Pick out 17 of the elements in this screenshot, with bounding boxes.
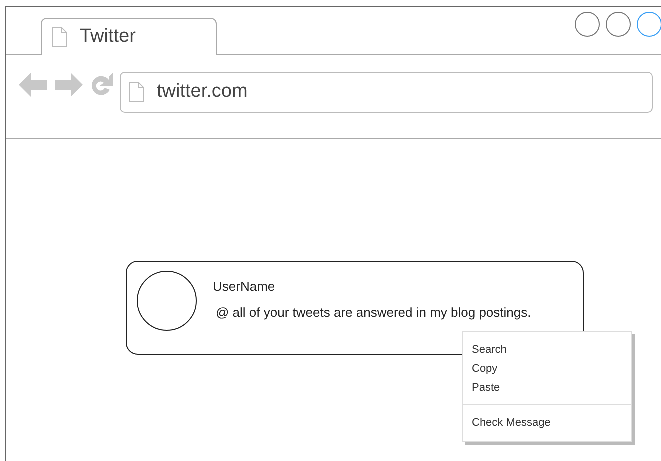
window-button[interactable] [606, 12, 631, 37]
tweet-text: @ all of your tweets are answered in my blog postings. [216, 304, 532, 322]
address-field[interactable]: twitter.com [120, 72, 653, 113]
window-button[interactable] [637, 12, 661, 37]
back-icon[interactable] [19, 72, 48, 98]
username: UserName [213, 278, 276, 296]
reload-icon[interactable] [89, 72, 114, 98]
avatar [137, 271, 197, 331]
menu-item[interactable]: Paste [463, 379, 631, 398]
document-icon [52, 26, 68, 48]
document-icon [129, 82, 145, 103]
menu-item[interactable]: Copy [463, 360, 631, 379]
window-button[interactable] [575, 12, 600, 37]
menu-item[interactable]: Search [463, 341, 631, 360]
forward-icon[interactable] [54, 72, 83, 98]
browser-tab[interactable]: Twitter [41, 18, 217, 55]
menu-item[interactable]: Check Message [463, 414, 631, 433]
